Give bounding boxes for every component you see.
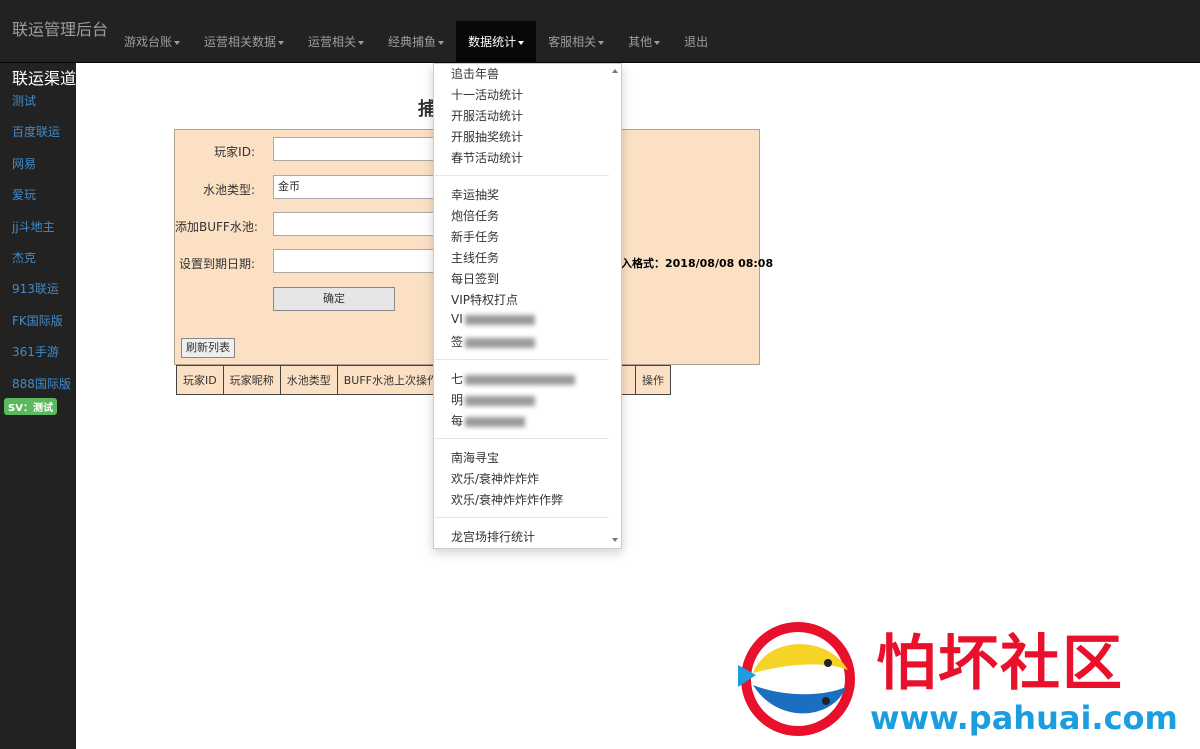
nav-item-label: 运营相关数据 xyxy=(204,35,277,49)
sidebar-item-netease[interactable]: 网易 xyxy=(12,155,36,172)
caret-down-icon xyxy=(598,40,605,45)
date-format-hint: 入格式：2018/08/08 08:08 xyxy=(621,257,774,270)
menu-item[interactable]: 开服活动统计 xyxy=(451,107,523,124)
buff-pool-input[interactable] xyxy=(273,212,443,236)
confirm-button[interactable]: 确定 xyxy=(273,287,395,311)
sidebar-item-361[interactable]: 361手游 xyxy=(12,343,59,360)
nav-item-classic-fishing[interactable]: 经典捕鱼 xyxy=(376,21,456,63)
menu-item[interactable]: VI xyxy=(451,312,535,326)
nav-item-label: 游戏台账 xyxy=(124,35,173,49)
redacted-text xyxy=(465,416,526,427)
menu-item[interactable]: VIP特权打点 xyxy=(451,291,518,308)
menu-item[interactable]: 欢乐/衰神炸炸炸作弊 xyxy=(451,491,563,508)
menu-item-label: 七 xyxy=(451,372,464,386)
player-id-input[interactable] xyxy=(273,137,443,161)
sidebar-item-test[interactable]: 测试 xyxy=(12,92,36,109)
app-brand[interactable]: 联运管理后台 xyxy=(12,16,108,40)
redacted-text xyxy=(464,314,535,325)
nav-item-other[interactable]: 其他 xyxy=(616,21,672,63)
nav-item-logout[interactable]: 退出 xyxy=(672,21,720,63)
fish-logo-icon xyxy=(738,622,855,736)
menu-divider xyxy=(435,175,609,176)
menu-item-label: VI xyxy=(451,312,463,326)
menu-item[interactable]: 炮倍任务 xyxy=(451,207,499,224)
scroll-up-icon[interactable] xyxy=(612,69,618,73)
redacted-text xyxy=(465,374,576,385)
menu-item[interactable]: 幸运抽奖 xyxy=(451,186,499,203)
nav-item-label: 退出 xyxy=(684,35,709,49)
nav-item-game-ledger[interactable]: 游戏台账 xyxy=(112,21,192,63)
caret-down-icon xyxy=(358,40,365,45)
scroll-down-icon[interactable] xyxy=(612,538,618,542)
nav-item-label: 其他 xyxy=(628,35,653,49)
top-navbar: 联运管理后台 游戏台账 运营相关数据 运营相关 经典捕鱼 数据统计 客服相关 其… xyxy=(0,0,1200,63)
nav-item-customer-service[interactable]: 客服相关 xyxy=(536,21,616,63)
column-header: 玩家昵称 xyxy=(222,365,281,395)
expire-date-input[interactable] xyxy=(273,249,443,273)
menu-item[interactable]: 每 xyxy=(451,412,526,429)
pool-type-label: 水池类型: xyxy=(202,183,255,197)
redacted-text xyxy=(465,395,536,406)
sidebar-item-913[interactable]: 913联运 xyxy=(12,280,59,297)
menu-item-label: 每 xyxy=(451,414,464,428)
menu-item[interactable]: 七 xyxy=(451,370,576,387)
menu-divider xyxy=(435,517,609,518)
nav-item-label: 客服相关 xyxy=(548,35,597,49)
column-header: 操作 xyxy=(634,365,671,395)
nav-item-data-stats[interactable]: 数据统计 xyxy=(456,21,537,63)
menu-divider xyxy=(435,438,609,439)
sidebar-item-baidu[interactable]: 百度联运 xyxy=(12,123,60,140)
pool-type-select[interactable]: 金币 xyxy=(273,175,443,199)
menu-item[interactable]: 欢乐/衰神炸炸炸 xyxy=(451,470,539,487)
watermark-url: www.pahuai.com xyxy=(870,699,1178,737)
menu-item[interactable]: 追击年兽 xyxy=(451,65,499,82)
column-header: 玩家ID xyxy=(176,365,224,395)
caret-down-icon xyxy=(518,40,525,45)
menu-item[interactable]: 南海寻宝 xyxy=(451,449,499,466)
menu-item[interactable]: 每日签到 xyxy=(451,270,499,287)
menu-item[interactable]: 春节活动统计 xyxy=(451,149,523,166)
refresh-list-button[interactable]: 刷新列表 xyxy=(181,338,235,358)
sidebar-item-jj-doudizhu[interactable]: jj斗地主 xyxy=(12,218,55,235)
data-stats-dropdown-menu: 追击年兽 十一活动统计 开服活动统计 开服抽奖统计 春节活动统计 幸运抽奖 炮倍… xyxy=(433,63,622,549)
main-nav: 游戏台账 运营相关数据 运营相关 经典捕鱼 数据统计 客服相关 其他 退出 xyxy=(112,21,720,63)
nav-item-label: 经典捕鱼 xyxy=(388,35,437,49)
watermark-text: 怕坏社区 xyxy=(876,629,1124,699)
caret-down-icon xyxy=(278,40,285,45)
nav-item-label: 数据统计 xyxy=(468,35,517,49)
buff-pool-label: 添加BUFF水池: xyxy=(175,220,258,234)
nav-item-ops[interactable]: 运营相关 xyxy=(296,21,376,63)
menu-item[interactable]: 新手任务 xyxy=(451,228,499,245)
caret-down-icon xyxy=(438,40,445,45)
watermark-logo: 怕坏社区 www.pahuai.com xyxy=(728,615,1188,743)
sidebar-item-fk-intl[interactable]: FK国际版 xyxy=(12,312,63,329)
menu-item[interactable]: 主线任务 xyxy=(451,249,499,266)
redacted-text xyxy=(465,337,536,348)
column-header: 水池类型 xyxy=(279,365,338,395)
menu-item[interactable]: 龙宫场排行统计 xyxy=(451,528,535,545)
menu-item[interactable]: 签 xyxy=(451,333,536,350)
menu-divider xyxy=(435,359,609,360)
menu-item-label: 签 xyxy=(451,335,464,349)
player-id-label: 玩家ID: xyxy=(214,145,255,159)
sidebar: 联运渠道 测试 百度联运 网易 爱玩 jj斗地主 杰克 913联运 FK国际版 … xyxy=(0,63,76,749)
menu-item[interactable]: 明 xyxy=(451,391,536,408)
menu-item[interactable]: 开服抽奖统计 xyxy=(451,128,523,145)
nav-item-label: 运营相关 xyxy=(308,35,357,49)
menu-item-label: 明 xyxy=(451,393,464,407)
sidebar-item-jack[interactable]: 杰克 xyxy=(12,249,36,266)
caret-down-icon xyxy=(174,40,181,45)
expire-date-label: 设置到期日期: xyxy=(178,257,255,271)
sidebar-item-aiwan[interactable]: 爱玩 xyxy=(12,186,36,203)
sidebar-title: 联运渠道 xyxy=(12,69,77,88)
nav-item-ops-data[interactable]: 运营相关数据 xyxy=(192,21,296,63)
menu-item[interactable]: 十一活动统计 xyxy=(451,86,523,103)
server-badge: SV：测试 xyxy=(4,398,57,415)
sidebar-item-888-intl[interactable]: 888国际版 xyxy=(12,375,71,392)
caret-down-icon xyxy=(654,40,661,45)
